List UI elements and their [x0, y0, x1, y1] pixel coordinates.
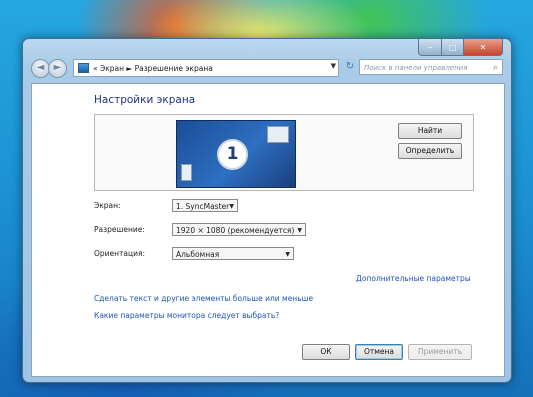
address-prefix: « [93, 63, 98, 73]
breadcrumb-separator[interactable]: ► [126, 64, 132, 73]
search-icon[interactable]: ⌕ [493, 60, 498, 76]
monitor-preview-panel: 1 Найти Определить [94, 114, 474, 191]
caption-buttons: ‒ □ ✕ [418, 39, 503, 56]
advanced-settings-link[interactable]: Дополнительные параметры [356, 274, 471, 283]
chevron-down-icon: ▼ [297, 227, 302, 234]
search-placeholder: Поиск в панели управления [364, 64, 468, 72]
chevron-down-icon: ▼ [285, 251, 290, 258]
breadcrumb-screen[interactable]: Экран [100, 64, 124, 73]
breadcrumb-resolution[interactable]: Разрешение экрана [135, 64, 213, 73]
control-panel-window: ‒ □ ✕ ◄ ► « Экран ► Разрешение экрана ▼ … [22, 38, 512, 383]
monitor-window-icon [267, 126, 289, 143]
orientation-select[interactable]: Альбомная ▼ [172, 247, 294, 260]
screen-value: 1. SyncMaster [176, 202, 230, 211]
resolution-value: 1920 × 1080 (рекомендуется) [176, 226, 295, 235]
orientation-value: Альбомная [176, 250, 220, 259]
find-button[interactable]: Найти [398, 123, 462, 139]
control-panel-icon [78, 63, 89, 73]
close-button[interactable]: ✕ [464, 39, 503, 56]
monitor-settings-help-link[interactable]: Какие параметры монитора следует выбрать… [94, 311, 279, 320]
monitor-icon[interactable]: 1 [176, 120, 296, 188]
maximize-button[interactable]: □ [442, 39, 464, 56]
resolution-label: Разрешение: [94, 225, 145, 234]
address-bar[interactable]: « Экран ► Разрешение экрана ▼ [73, 59, 339, 77]
screen-select[interactable]: 1. SyncMaster ▼ [172, 199, 238, 212]
apply-button[interactable]: Применить [408, 344, 472, 360]
navigation-bar: ◄ ► « Экран ► Разрешение экрана ▼ ↻ Поис… [31, 57, 503, 79]
monitor-number: 1 [217, 139, 248, 170]
search-input[interactable]: Поиск в панели управления ⌕ [359, 59, 503, 75]
ok-button[interactable]: ОК [302, 344, 350, 360]
text-size-link[interactable]: Сделать текст и другие элементы больше и… [94, 294, 313, 303]
orientation-label: Ориентация: [94, 249, 146, 258]
screen-label: Экран: [94, 201, 121, 210]
monitor-window-small-icon [181, 164, 192, 181]
resolution-select[interactable]: 1920 × 1080 (рекомендуется) ▼ [172, 223, 306, 236]
detect-button[interactable]: Определить [398, 143, 462, 159]
forward-arrow-icon[interactable]: ► [48, 59, 67, 78]
dropdown-arrow-icon[interactable]: ▼ [331, 62, 336, 70]
display-settings-content: Настройки экрана 1 Найти Определить Экра… [31, 83, 505, 377]
page-title: Настройки экрана [94, 94, 196, 106]
minimize-button[interactable]: ‒ [418, 39, 442, 56]
cancel-button[interactable]: Отмена [355, 344, 403, 360]
refresh-icon[interactable]: ↻ [343, 60, 357, 74]
chevron-down-icon: ▼ [229, 203, 234, 210]
